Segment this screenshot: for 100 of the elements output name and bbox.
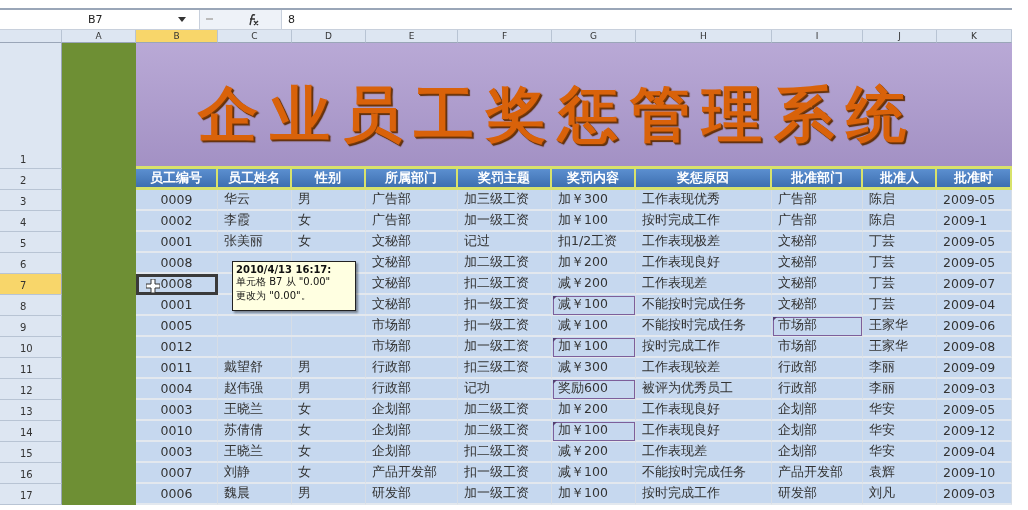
column-header[interactable]: A — [62, 30, 136, 43]
table-cell[interactable]: 企划部 — [772, 442, 863, 463]
table-cell[interactable]: 文秘部 — [366, 232, 458, 253]
row-header[interactable]: 10 — [0, 337, 62, 358]
table-cell[interactable]: 扣一级工资 — [458, 316, 552, 337]
column-header[interactable]: F — [458, 30, 552, 43]
commented-cell[interactable]: 加￥100 — [552, 421, 636, 442]
table-cell[interactable]: 按时完成工作 — [636, 484, 772, 505]
table-cell[interactable]: 丁芸 — [863, 295, 937, 316]
table-cell[interactable]: 记功 — [458, 379, 552, 400]
table-cell[interactable]: 减￥100 — [552, 463, 636, 484]
table-cell[interactable]: 工作表现良好 — [636, 400, 772, 421]
row-header[interactable]: 17 — [0, 484, 62, 505]
table-cell[interactable]: 减￥200 — [552, 442, 636, 463]
table-cell[interactable]: 0008 — [136, 253, 218, 274]
table-cell[interactable]: 研发部 — [772, 484, 863, 505]
table-cell[interactable]: 男 — [292, 190, 366, 211]
table-cell[interactable]: 华云 — [218, 190, 292, 211]
table-cell[interactable]: 0009 — [136, 190, 218, 211]
table-cell[interactable]: 2009-03 — [937, 379, 1012, 400]
table-cell[interactable]: 文秘部 — [772, 274, 863, 295]
table-cell[interactable]: 文秘部 — [772, 253, 863, 274]
table-cell[interactable]: 扣二级工资 — [458, 442, 552, 463]
table-cell[interactable]: 研发部 — [366, 484, 458, 505]
table-cell[interactable]: 刘凡 — [863, 484, 937, 505]
table-cell[interactable]: 广告部 — [366, 190, 458, 211]
table-cell[interactable]: 男 — [292, 484, 366, 505]
column-header[interactable]: H — [636, 30, 772, 43]
row-header[interactable]: 7 — [0, 274, 62, 295]
table-cell[interactable]: 0003 — [136, 442, 218, 463]
table-cell[interactable]: 2009-03 — [937, 484, 1012, 505]
row-header[interactable]: 14 — [0, 421, 62, 442]
table-cell[interactable]: 工作表现良好 — [636, 253, 772, 274]
commented-cell[interactable]: 减￥100 — [552, 295, 636, 316]
table-cell[interactable]: 行政部 — [772, 358, 863, 379]
row-header[interactable]: 15 — [0, 442, 62, 463]
table-cell[interactable]: 市场部 — [772, 337, 863, 358]
table-cell[interactable]: 减￥100 — [552, 316, 636, 337]
table-cell[interactable]: 2009-05 — [937, 232, 1012, 253]
table-cell[interactable]: 2009-09 — [937, 358, 1012, 379]
row-header[interactable]: 8 — [0, 295, 62, 316]
table-cell[interactable]: 扣一级工资 — [458, 295, 552, 316]
table-cell[interactable]: 0001 — [136, 232, 218, 253]
table-cell[interactable]: 女 — [292, 400, 366, 421]
table-cell[interactable]: 2009-10 — [937, 463, 1012, 484]
table-cell[interactable]: 2009-06 — [937, 316, 1012, 337]
table-cell[interactable]: 不能按时完成任务 — [636, 463, 772, 484]
table-cell[interactable]: 李霞 — [218, 211, 292, 232]
table-cell[interactable]: 0012 — [136, 337, 218, 358]
table-cell[interactable]: 减￥300 — [552, 358, 636, 379]
table-cell[interactable]: 扣一级工资 — [458, 463, 552, 484]
table-cell[interactable]: 加一级工资 — [458, 337, 552, 358]
column-header[interactable]: G — [552, 30, 636, 43]
table-cell[interactable]: 0011 — [136, 358, 218, 379]
table-cell[interactable]: 0007 — [136, 463, 218, 484]
table-cell[interactable]: 男 — [292, 358, 366, 379]
table-cell[interactable]: 文秘部 — [366, 274, 458, 295]
table-cell[interactable]: 扣二级工资 — [458, 274, 552, 295]
commented-cell[interactable]: 奖励600 — [552, 379, 636, 400]
table-cell[interactable]: 2009-04 — [937, 295, 1012, 316]
table-cell[interactable]: 2009-04 — [937, 442, 1012, 463]
column-header[interactable]: E — [366, 30, 458, 43]
column-header[interactable]: B — [136, 30, 218, 43]
table-cell[interactable]: 2009-07 — [937, 274, 1012, 295]
caret-icon[interactable] — [178, 17, 186, 22]
table-cell[interactable]: 工作表现极差 — [636, 232, 772, 253]
table-cell[interactable]: 按时完成工作 — [636, 337, 772, 358]
table-cell[interactable]: 加￥200 — [552, 253, 636, 274]
table-cell[interactable]: 0010 — [136, 421, 218, 442]
table-cell[interactable]: 行政部 — [772, 379, 863, 400]
table-cell[interactable]: 文秘部 — [772, 295, 863, 316]
table-cell[interactable]: 加一级工资 — [458, 211, 552, 232]
table-cell[interactable]: 加￥200 — [552, 400, 636, 421]
table-cell[interactable]: 女 — [292, 211, 366, 232]
table-cell[interactable]: 李丽 — [863, 379, 937, 400]
row-header[interactable]: 1 — [0, 43, 62, 169]
table-cell[interactable]: 产品开发部 — [366, 463, 458, 484]
table-cell[interactable]: 女 — [292, 421, 366, 442]
table-cell[interactable]: 男 — [292, 379, 366, 400]
row-header[interactable]: 2 — [0, 169, 62, 190]
table-cell[interactable]: 不能按时完成任务 — [636, 295, 772, 316]
table-cell[interactable]: 工作表现良好 — [636, 421, 772, 442]
table-cell[interactable]: 市场部 — [366, 316, 458, 337]
table-cell[interactable]: 企划部 — [366, 442, 458, 463]
table-cell[interactable]: 企划部 — [772, 421, 863, 442]
table-cell[interactable]: 广告部 — [772, 190, 863, 211]
row-header[interactable]: 11 — [0, 358, 62, 379]
table-cell[interactable]: 苏倩倩 — [218, 421, 292, 442]
table-cell[interactable]: 2009-08 — [937, 337, 1012, 358]
table-cell[interactable]: 华安 — [863, 400, 937, 421]
formula-value[interactable]: 8 — [288, 13, 295, 26]
table-cell[interactable]: 0006 — [136, 484, 218, 505]
function-icon[interactable] — [247, 13, 259, 26]
table-cell[interactable]: 产品开发部 — [772, 463, 863, 484]
table-cell[interactable]: 工作表现差 — [636, 274, 772, 295]
table-cell[interactable]: 按时完成工作 — [636, 211, 772, 232]
table-cell[interactable]: 2009-1 — [937, 211, 1012, 232]
column-header[interactable]: D — [292, 30, 366, 43]
table-cell[interactable]: 戴望舒 — [218, 358, 292, 379]
column-header[interactable]: I — [772, 30, 863, 43]
